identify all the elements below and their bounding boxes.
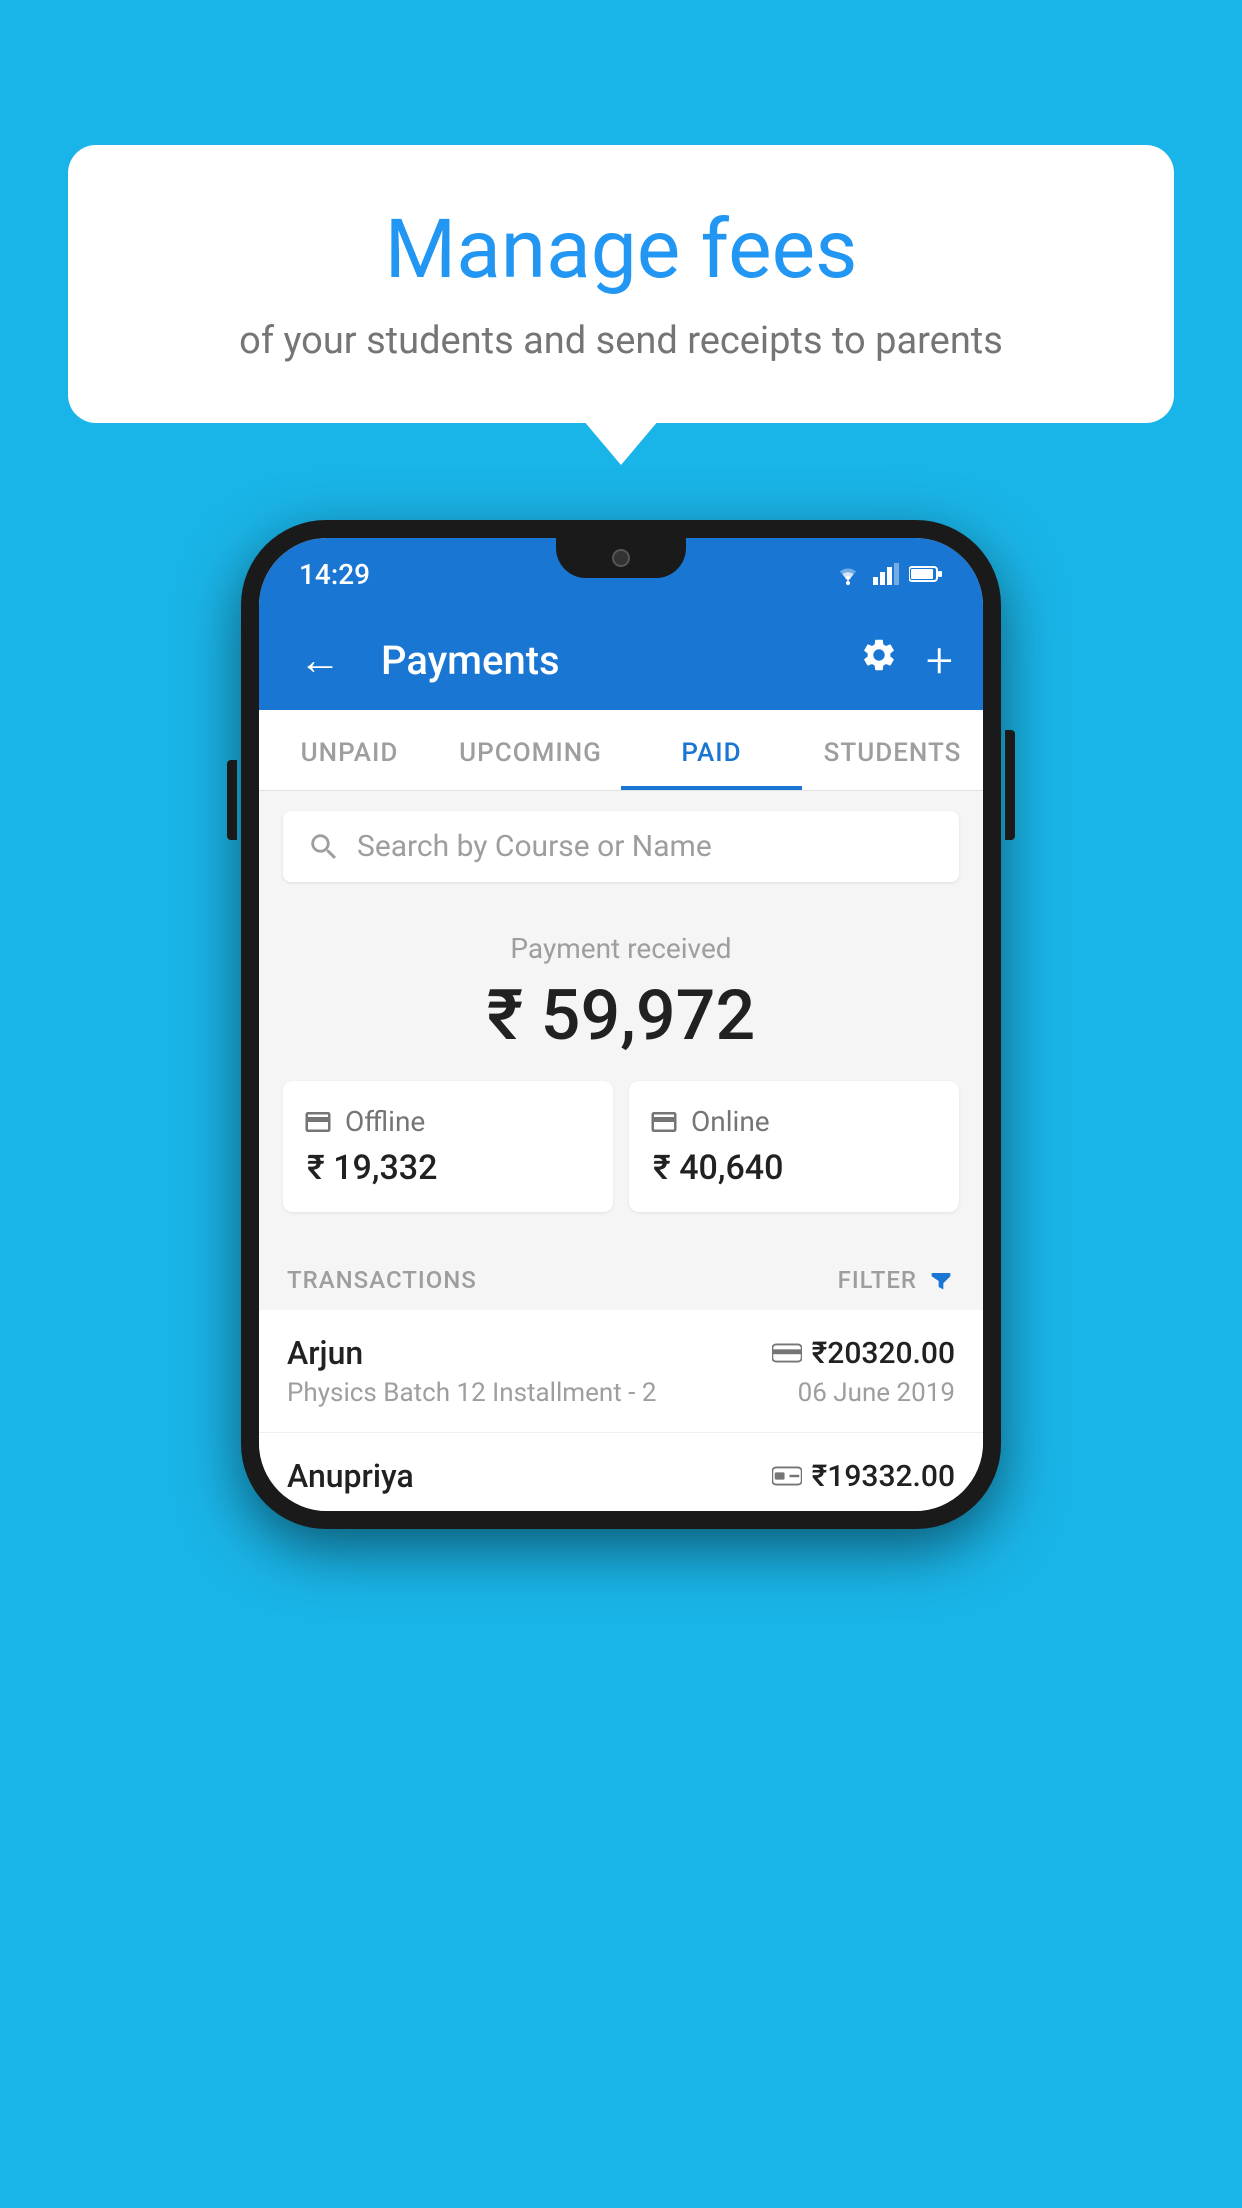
transaction-name-2: Anupriya xyxy=(287,1457,414,1495)
camera-dot xyxy=(612,549,630,567)
settings-icon[interactable] xyxy=(860,636,898,684)
transaction-type-icon-2 xyxy=(772,1465,802,1487)
search-bar[interactable]: Search by Course or Name xyxy=(283,811,959,882)
transaction-amount-container: ₹20320.00 xyxy=(772,1336,955,1371)
transaction-name: Arjun xyxy=(287,1334,363,1372)
phone-wrapper: 14:29 xyxy=(241,520,1001,1529)
transaction-top-2: Anupriya ₹19332.00 xyxy=(287,1457,955,1495)
notch xyxy=(556,538,686,578)
transaction-type-icon xyxy=(772,1342,802,1364)
transaction-date: 06 June 2019 xyxy=(798,1378,955,1408)
speech-bubble-wrapper: Manage fees of your students and send re… xyxy=(68,145,1174,423)
transaction-row[interactable]: Arjun ₹20320.00 Physics Batch 12 Install… xyxy=(259,1310,983,1433)
page-background: Manage fees of your students and send re… xyxy=(0,0,1242,2208)
search-icon xyxy=(307,830,341,864)
battery-icon xyxy=(909,565,943,583)
online-card-header: Online xyxy=(649,1105,939,1138)
tab-students[interactable]: STUDENTS xyxy=(802,710,983,790)
online-payment-card: Online ₹ 40,640 xyxy=(629,1081,959,1212)
filter-container[interactable]: FILTER xyxy=(838,1266,955,1294)
tabs: UNPAID UPCOMING PAID STUDENTS xyxy=(259,710,983,791)
bubble-title: Manage fees xyxy=(148,205,1094,295)
back-button[interactable]: ← xyxy=(289,626,351,695)
payment-summary: Payment received ₹ 59,972 Offline ₹ 19, xyxy=(259,902,983,1242)
payment-cards: Offline ₹ 19,332 Online xyxy=(283,1081,959,1212)
status-icons xyxy=(833,563,943,585)
search-container: Search by Course or Name xyxy=(259,791,983,902)
offline-card-header: Offline xyxy=(303,1105,593,1138)
transaction-amount-2: ₹19332.00 xyxy=(812,1459,955,1494)
offline-payment-card: Offline ₹ 19,332 xyxy=(283,1081,613,1212)
wifi-icon xyxy=(833,563,863,585)
transaction-top: Arjun ₹20320.00 xyxy=(287,1334,955,1372)
search-placeholder: Search by Course or Name xyxy=(357,829,712,864)
phone-screen: 14:29 xyxy=(259,538,983,1511)
offline-icon xyxy=(303,1107,333,1137)
transaction-detail: Physics Batch 12 Installment - 2 xyxy=(287,1378,656,1408)
transaction-amount: ₹20320.00 xyxy=(812,1336,955,1371)
bubble-subtitle: of your students and send receipts to pa… xyxy=(148,315,1094,368)
toolbar: ← Payments + xyxy=(259,610,983,710)
tab-unpaid[interactable]: UNPAID xyxy=(259,710,440,790)
transactions-label: TRANSACTIONS xyxy=(287,1266,477,1294)
online-amount: ₹ 40,640 xyxy=(653,1148,939,1188)
add-icon[interactable]: + xyxy=(926,632,953,689)
payment-total-amount: ₹ 59,972 xyxy=(283,975,959,1057)
status-bar: 14:29 xyxy=(259,538,983,610)
offline-type: Offline xyxy=(345,1105,425,1138)
speech-bubble: Manage fees of your students and send re… xyxy=(68,145,1174,423)
offline-amount: ₹ 19,332 xyxy=(307,1148,593,1188)
payment-received-label: Payment received xyxy=(283,932,959,965)
tab-paid[interactable]: PAID xyxy=(621,710,802,790)
online-type: Online xyxy=(691,1105,770,1138)
phone-frame: 14:29 xyxy=(241,520,1001,1529)
toolbar-actions: + xyxy=(860,632,953,689)
online-icon xyxy=(649,1107,679,1137)
transactions-header: TRANSACTIONS FILTER xyxy=(259,1242,983,1310)
toolbar-title: Payments xyxy=(381,637,840,684)
filter-label: FILTER xyxy=(838,1266,917,1294)
signal-icon xyxy=(873,563,899,585)
transaction-bottom: Physics Batch 12 Installment - 2 06 June… xyxy=(287,1378,955,1408)
tab-upcoming[interactable]: UPCOMING xyxy=(440,710,621,790)
transaction-amount-container-2: ₹19332.00 xyxy=(772,1459,955,1494)
filter-icon xyxy=(927,1266,955,1294)
transaction-row-partial[interactable]: Anupriya ₹19332.00 xyxy=(259,1433,983,1511)
status-time: 14:29 xyxy=(299,558,370,591)
